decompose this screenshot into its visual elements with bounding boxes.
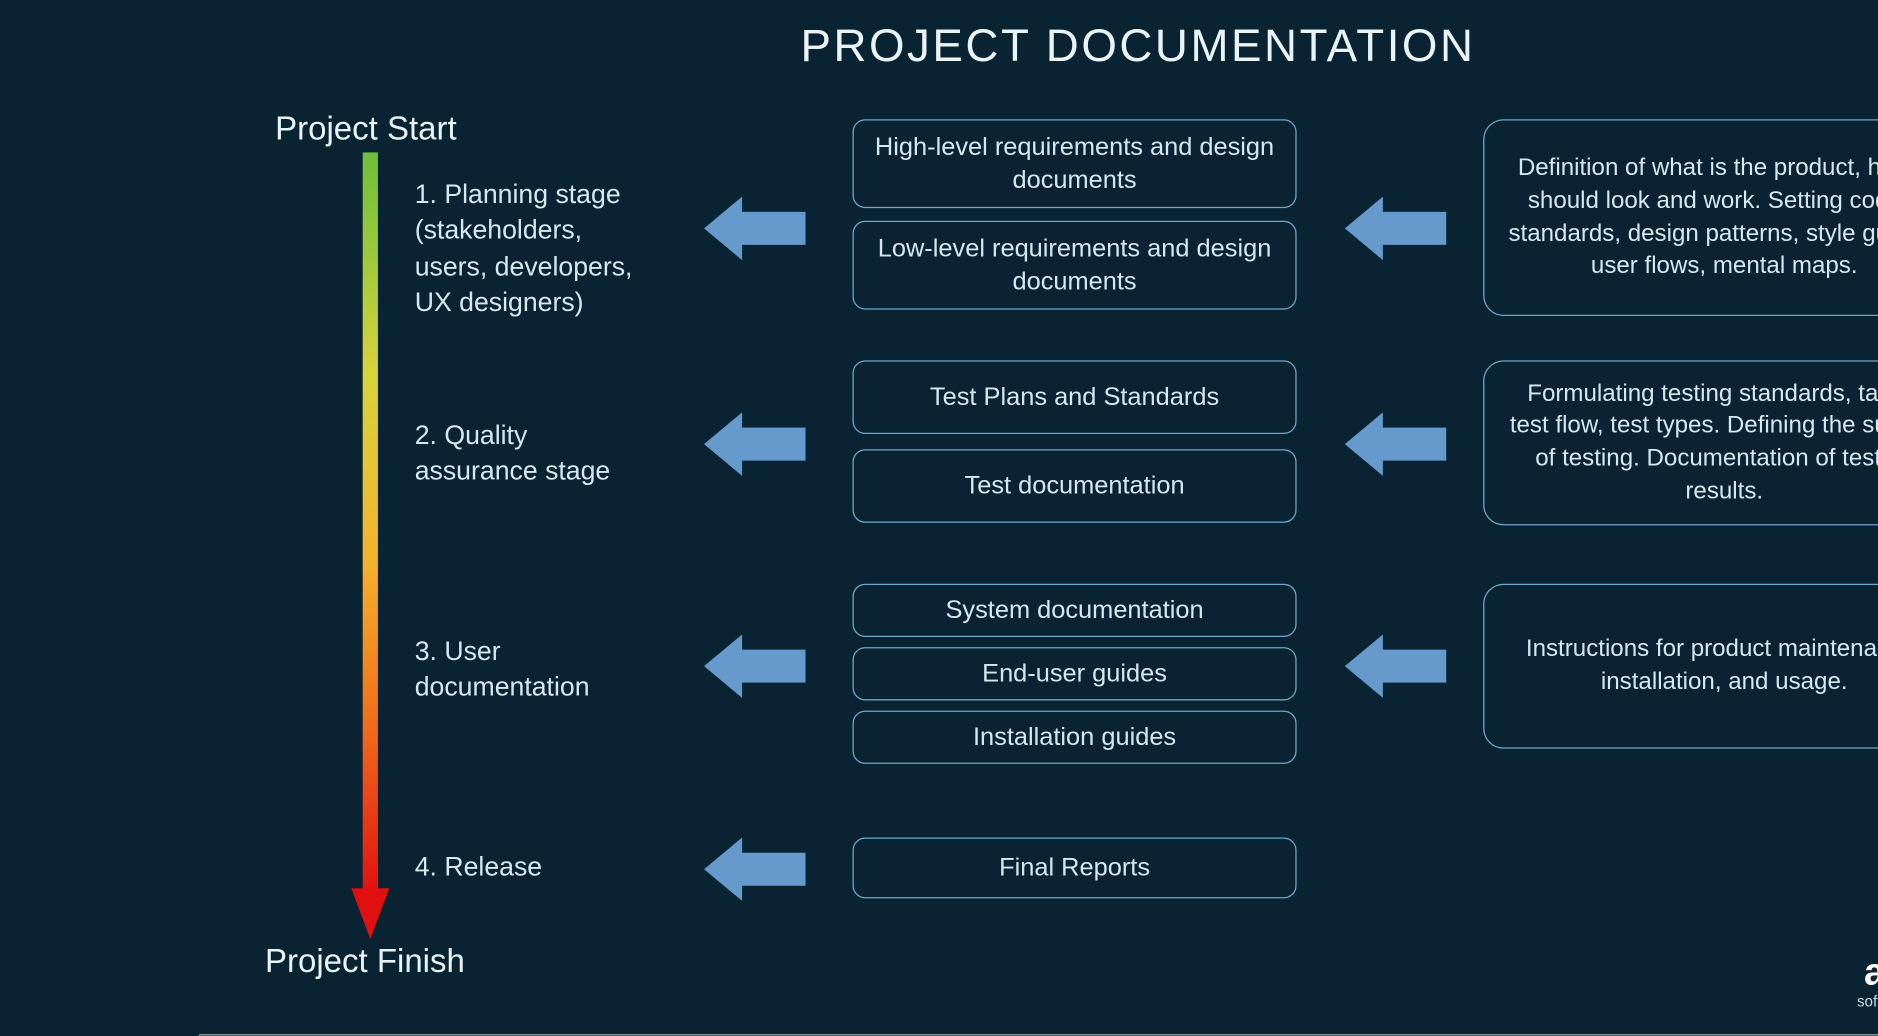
brand-tagline: software r&d engineering xyxy=(1857,992,1878,1010)
doc-box: Low-level requirements and design docume… xyxy=(852,221,1296,310)
stage-4-label: 4. Release xyxy=(415,850,694,886)
stage-2-label: 2. Quality assurance stage xyxy=(415,419,694,491)
doc-box: Test documentation xyxy=(852,449,1296,523)
stage-3-description: Instructions for product maintenance, in… xyxy=(1483,584,1878,749)
brand-logo: altexsoft software r&d engineering xyxy=(1857,887,1878,1010)
arrow-left-icon xyxy=(1345,628,1447,704)
stage-2-description: Formulating testing standards, tasks, te… xyxy=(1483,360,1878,525)
doc-box: Installation guides xyxy=(852,711,1296,764)
page-title: PROJECT DOCUMENTATION xyxy=(199,19,1878,72)
arrow-left-icon xyxy=(704,628,806,704)
arrow-left-icon xyxy=(1345,406,1447,482)
timeline-start-label: Project Start xyxy=(275,109,457,148)
doc-box: System documentation xyxy=(852,584,1296,637)
arrow-left-icon xyxy=(1345,190,1447,266)
stage-3-label: 3. User documentation xyxy=(415,634,694,706)
doc-box: Test Plans and Standards xyxy=(852,360,1296,434)
timeline-finish-label: Project Finish xyxy=(265,942,465,981)
stage-1-description: Definition of what is the product, how i… xyxy=(1483,119,1878,316)
doc-box: Final Reports xyxy=(852,837,1296,898)
timeline-arrow-icon xyxy=(351,152,389,939)
arrow-left-icon xyxy=(704,406,806,482)
doc-box: High-level requirements and design docum… xyxy=(852,119,1296,208)
stage-1-label: 1. Planning stage (stakeholders, users, … xyxy=(415,178,694,322)
arrow-left-icon xyxy=(704,190,806,266)
arrow-left-icon xyxy=(704,831,806,907)
brand-name: altexsoft xyxy=(1857,952,1878,995)
doc-box: End-user guides xyxy=(852,647,1296,700)
